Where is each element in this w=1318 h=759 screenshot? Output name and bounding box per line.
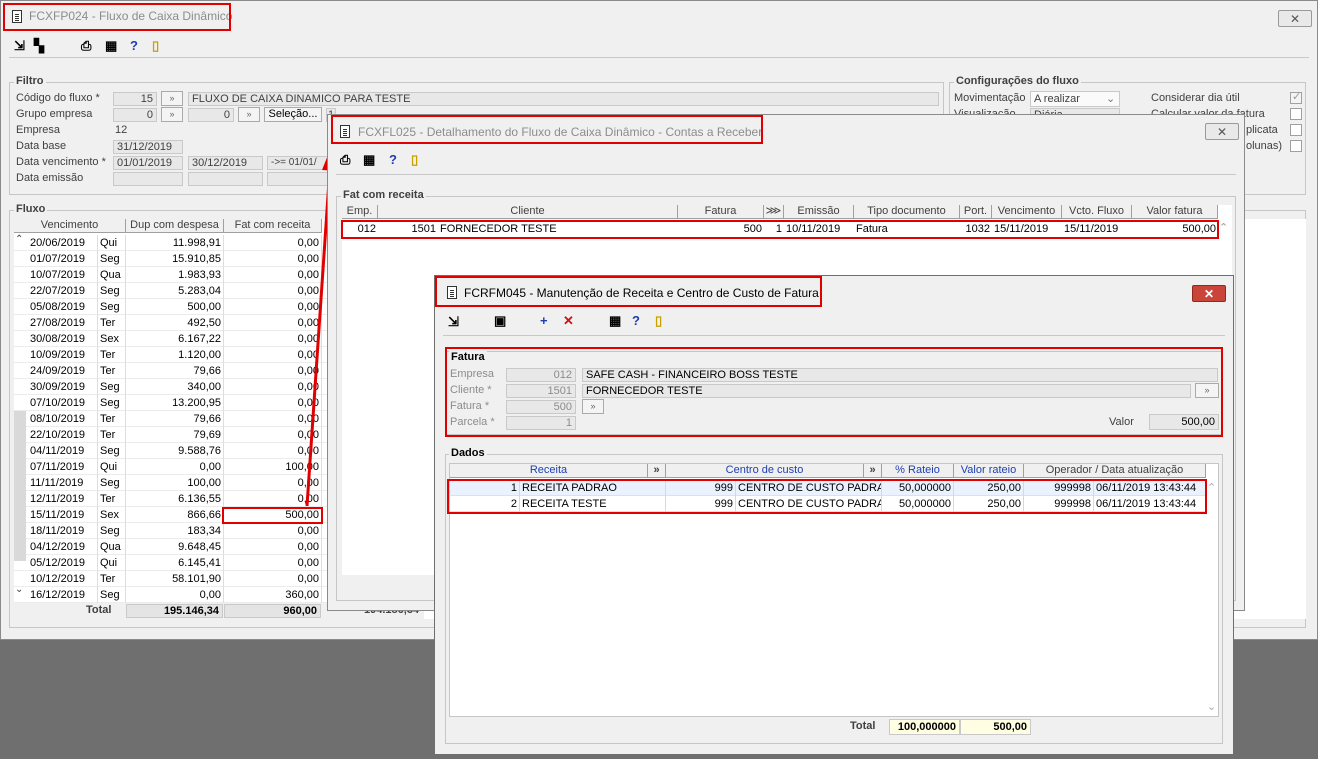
- detail-title: FCXFL025 - Detalhamento do Fluxo de Caix…: [358, 125, 763, 139]
- hdr-port[interactable]: Port.: [960, 205, 992, 219]
- scroll-up-icon[interactable]: ⌃: [1219, 221, 1228, 234]
- hdr-vcto-fluxo[interactable]: Vcto. Fluxo: [1062, 205, 1132, 219]
- scroll-down-icon[interactable]: ⌄: [1207, 700, 1216, 713]
- row-vencimento: 15/11/2019: [994, 223, 1049, 235]
- hdr-valor[interactable]: Valor fatura: [1132, 205, 1218, 219]
- dados-cc-code: 999: [666, 480, 736, 496]
- dados-rows: 1 RECEITA PADRAO 999 CENTRO DE CUSTO PADRAO…: [450, 480, 1206, 520]
- hdr-vencimento[interactable]: Vencimento: [992, 205, 1062, 219]
- hdr-parcela-sort-icon[interactable]: ⋙: [764, 205, 784, 219]
- fatura-fatura-value: 500: [506, 400, 576, 414]
- row-vcto-fluxo: 15/11/2019: [1064, 223, 1119, 235]
- dados-receita-code: 1: [450, 480, 520, 496]
- row-tipo: Fatura: [856, 223, 888, 235]
- calculator-icon[interactable]: ▦: [363, 153, 375, 167]
- hdr-emissao[interactable]: Emissão: [784, 205, 854, 219]
- maintenance-toolbar-divider: [443, 335, 1225, 336]
- row-fatura: 500: [743, 223, 762, 235]
- row-emp: 012: [357, 223, 376, 235]
- dados-receita-name: RECEITA PADRAO: [520, 480, 666, 496]
- hdr-cliente[interactable]: Cliente: [378, 205, 678, 219]
- dados-cc-name: CENTRO DE CUSTO PADRAO: [738, 496, 882, 512]
- fatura-legend: Fatura: [449, 351, 487, 363]
- delete-icon[interactable]: ✕: [563, 314, 574, 328]
- hdr-tipo[interactable]: Tipo documento: [854, 205, 960, 219]
- row-port: 1032: [965, 223, 990, 235]
- exit-door-icon[interactable]: ▯: [411, 153, 418, 167]
- dados-valor: 250,00: [954, 496, 1024, 512]
- dados-valor: 250,00: [954, 480, 1024, 496]
- dados-rateio: 50,000000: [882, 496, 954, 512]
- fatura-valor-label: Valor: [1109, 416, 1134, 428]
- scroll-up-icon[interactable]: ⌃: [1207, 481, 1216, 494]
- dados-hdr-cc-lookup[interactable]: »: [864, 464, 882, 478]
- maintenance-close-button[interactable]: ✕: [1192, 285, 1226, 302]
- dados-row[interactable]: 1 RECEITA PADRAO 999 CENTRO DE CUSTO PADRAO…: [450, 480, 1206, 496]
- dados-hdr-receita[interactable]: Receita: [450, 464, 648, 478]
- fatura-fatura-label: Fatura *: [450, 400, 490, 412]
- maintenance-title: FCRFM045 - Manutenção de Receita e Centr…: [464, 286, 819, 300]
- cliente-lookup-button[interactable]: »: [1195, 383, 1219, 398]
- dados-cc-name: CENTRO DE CUSTO PADRAO: [738, 480, 882, 496]
- fatura-cliente-label: Cliente *: [450, 384, 492, 396]
- maintenance-window: FCRFM045 - Manutenção de Receita e Centr…: [434, 275, 1234, 755]
- dados-grid: Receita » Centro de custo » % Rateio Val…: [449, 463, 1219, 717]
- export-icon[interactable]: ⇲: [448, 315, 459, 329]
- row-cliente-code: 1501: [411, 223, 436, 235]
- dados-hdr-rateio[interactable]: % Rateio: [882, 464, 954, 478]
- dados-total-rateio: 100,000000: [889, 719, 960, 735]
- dados-row[interactable]: 2 RECEITA TESTE 999 CENTRO DE CUSTO PADRAO 5…: [450, 496, 1206, 512]
- row-emissao: 10/11/2019: [786, 223, 841, 235]
- fatura-valor-value: 500,00: [1149, 414, 1219, 430]
- row-parcela: 1: [775, 223, 782, 235]
- dados-hdr-operador[interactable]: Operador / Data atualização: [1024, 464, 1206, 478]
- dados-cc-code: 999: [666, 496, 736, 512]
- fat-receita-row[interactable]: 012 1501 FORNECEDOR TESTE 500 1 10/11/20…: [342, 221, 1218, 237]
- exit-door-icon[interactable]: ▯: [655, 314, 662, 328]
- maintenance-titlebar: FCRFM045 - Manutenção de Receita e Centr…: [435, 276, 1233, 306]
- dados-hdr-valor[interactable]: Valor rateio: [954, 464, 1024, 478]
- fatura-empresa-name: SAFE CASH - FINANCEIRO BOSS TESTE: [582, 368, 1218, 382]
- fatura-cliente-code: 1501: [506, 384, 576, 398]
- detail-close-button[interactable]: ✕: [1205, 123, 1239, 140]
- document-icon: [340, 125, 350, 138]
- help-icon[interactable]: ?: [632, 314, 640, 328]
- dados-total-label: Total: [850, 720, 876, 732]
- add-icon[interactable]: +: [540, 314, 548, 328]
- fatura-parcela-label: Parcela *: [450, 416, 495, 428]
- hdr-emp[interactable]: Emp.: [342, 205, 378, 219]
- row-valor: 500,00: [1182, 223, 1216, 235]
- dados-operador: 999998: [1024, 496, 1094, 512]
- fatura-empresa-code: 012: [506, 368, 576, 382]
- calculator-icon[interactable]: ▦: [609, 314, 621, 328]
- hdr-fatura[interactable]: Fatura: [678, 205, 764, 219]
- detail-titlebar: FCXFL025 - Detalhamento do Fluxo de Caix…: [328, 115, 1244, 145]
- fat-receita-legend: Fat com receita: [341, 189, 426, 201]
- dados-legend: Dados: [449, 447, 487, 459]
- dados-receita-name: RECEITA TESTE: [520, 496, 666, 512]
- dados-hdr-receita-lookup[interactable]: »: [648, 464, 666, 478]
- dados-receita-code: 2: [450, 496, 520, 512]
- row-cliente-name: FORNECEDOR TESTE: [440, 223, 557, 235]
- dados-hdr-cc[interactable]: Centro de custo: [666, 464, 864, 478]
- help-icon[interactable]: ?: [389, 153, 397, 167]
- dados-rateio: 50,000000: [882, 480, 954, 496]
- dados-data: 06/11/2019 13:43:44: [1094, 480, 1206, 496]
- save-icon[interactable]: ▣: [494, 314, 506, 328]
- dados-operador: 999998: [1024, 480, 1094, 496]
- fatura-lookup-button[interactable]: »: [582, 399, 604, 414]
- dados-data: 06/11/2019 13:43:44: [1094, 496, 1206, 512]
- dados-total-valor: 500,00: [960, 719, 1031, 735]
- document-icon: [447, 286, 457, 299]
- fatura-parcela-value: 1: [506, 416, 576, 430]
- fatura-cliente-name: FORNECEDOR TESTE: [582, 384, 1191, 398]
- detail-toolbar-divider: [336, 174, 1236, 175]
- fatura-empresa-label: Empresa: [450, 368, 495, 380]
- print-icon[interactable]: ⎙: [340, 153, 350, 167]
